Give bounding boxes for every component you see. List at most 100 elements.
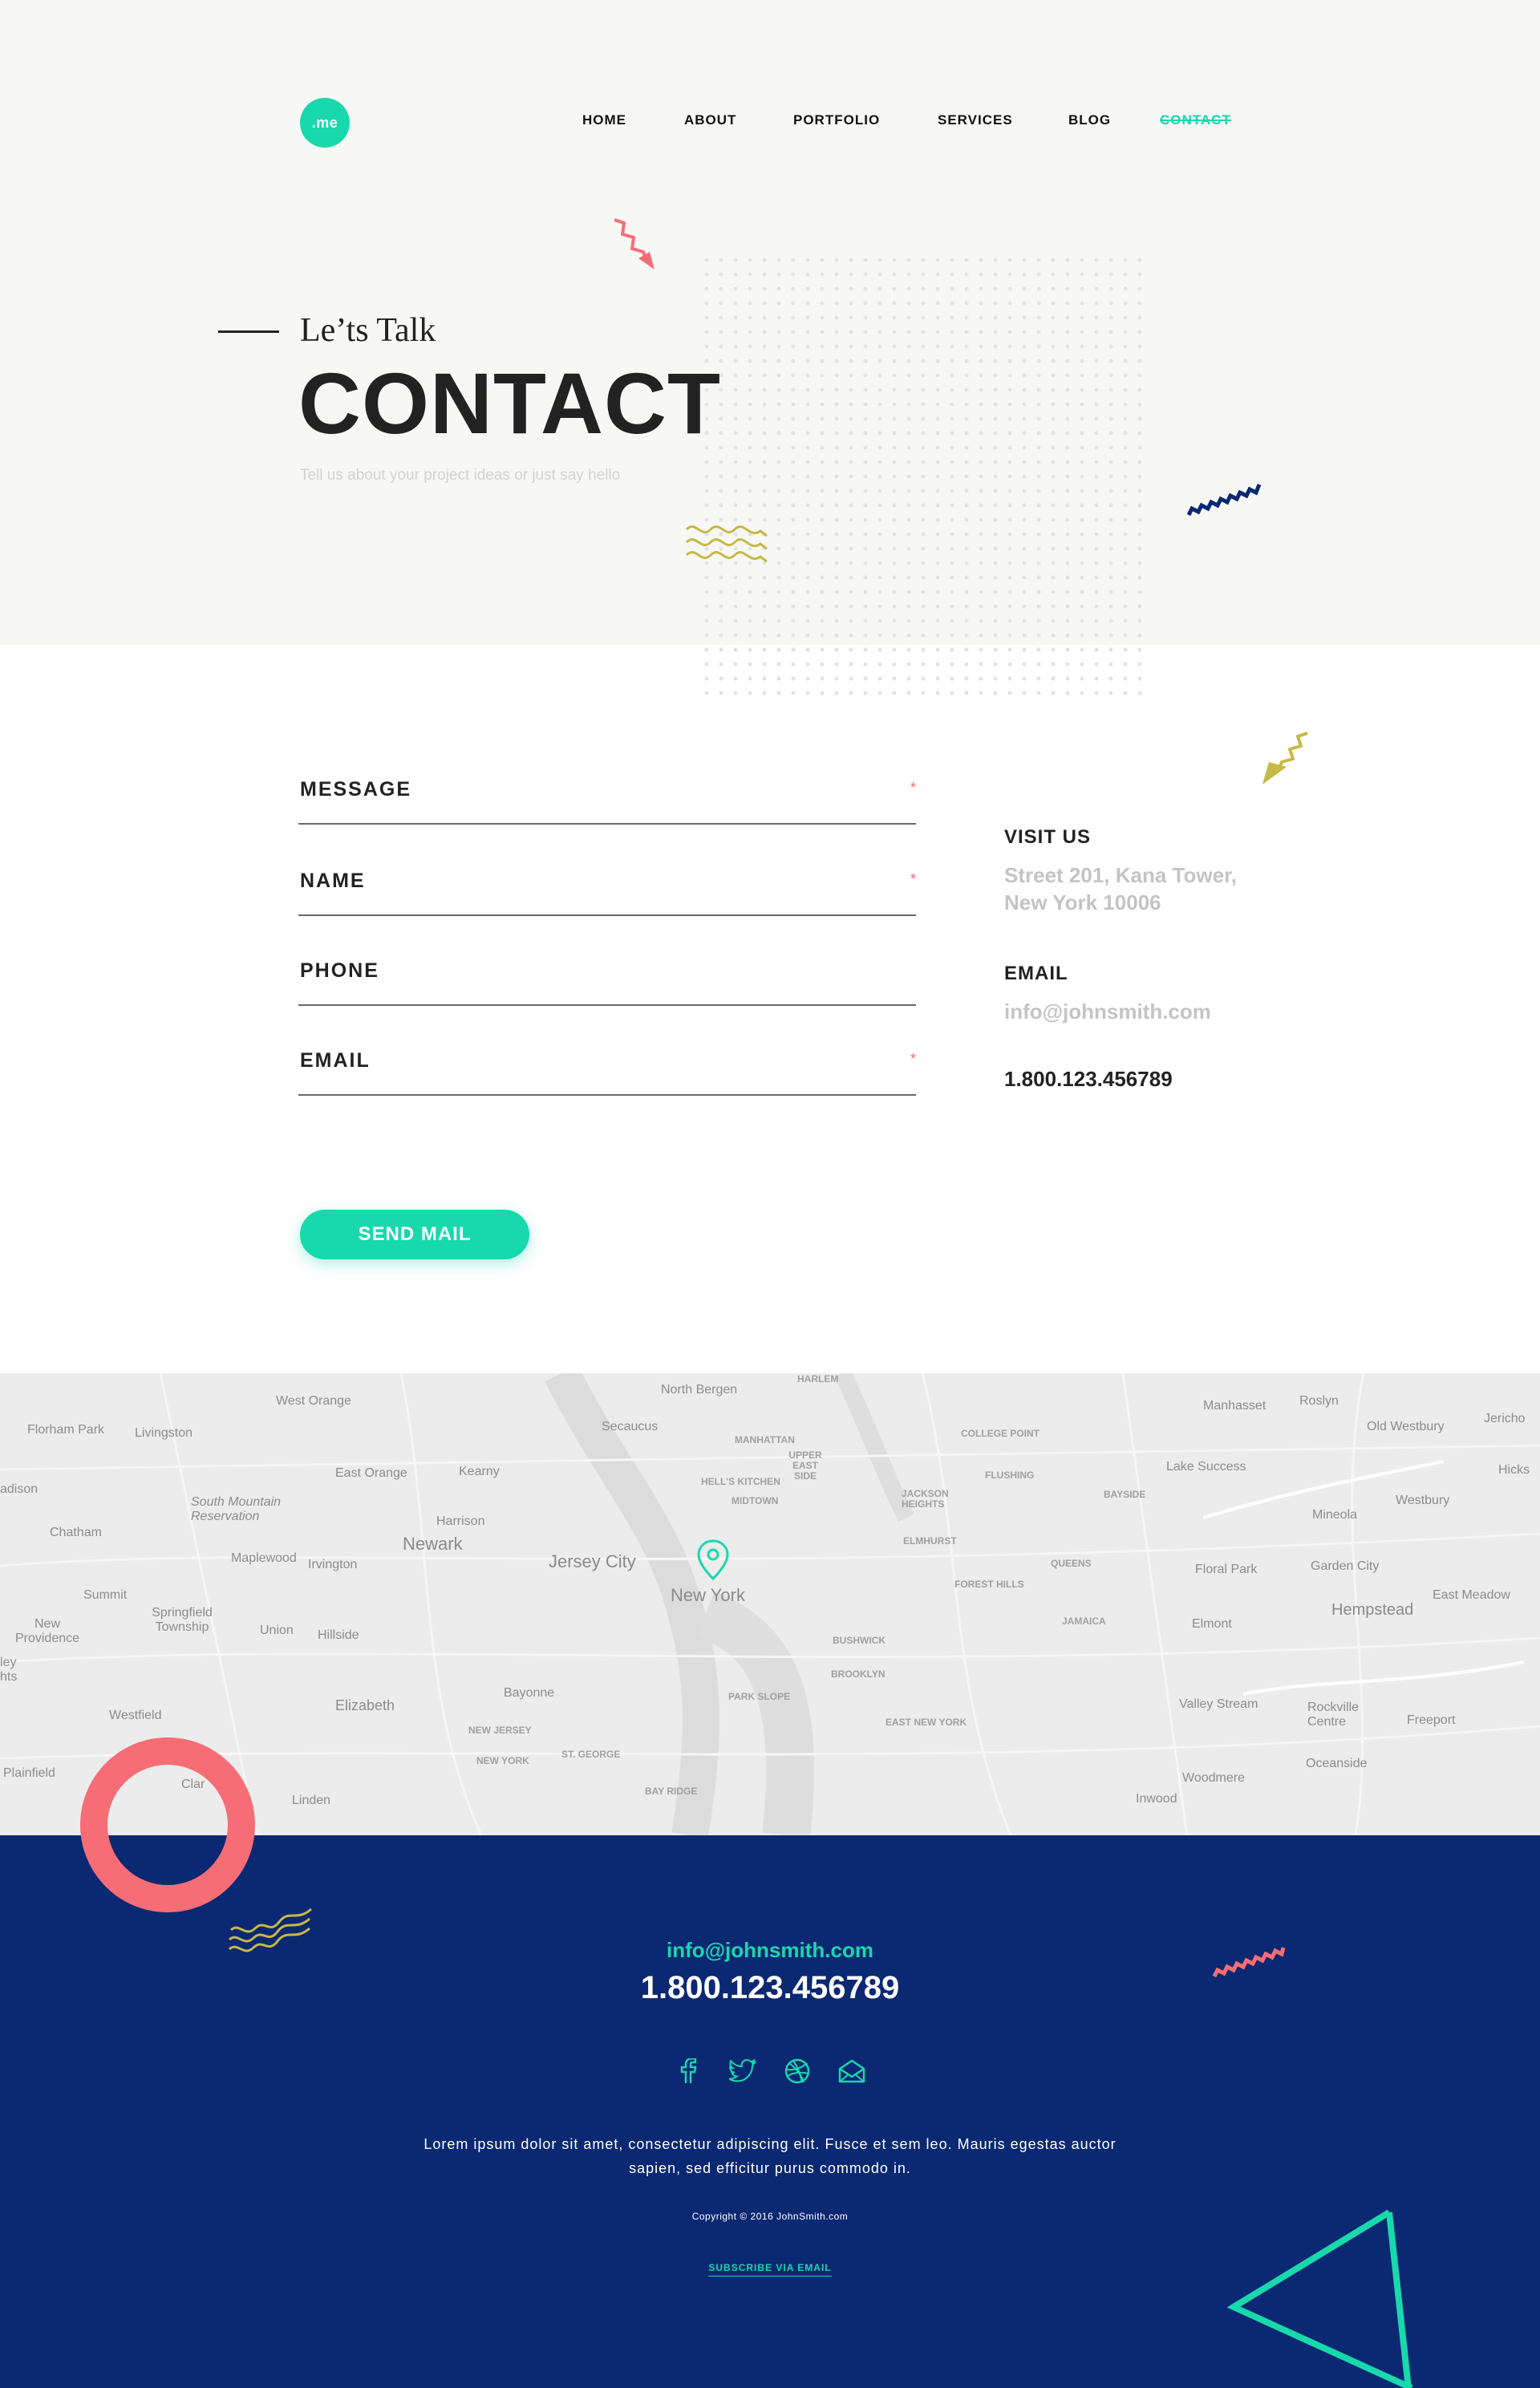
map-label: BAY RIDGE [645,1786,698,1797]
send-mail-button[interactable]: SEND MAIL [300,1210,529,1259]
hero-dash [218,330,279,333]
map-label: East Meadow [1433,1588,1510,1602]
map-pin-icon[interactable] [695,1539,732,1582]
site-footer: info@johnsmith.com 1.800.123.456789 Lore… [0,1835,1540,2388]
map-label: MIDTOWN [732,1495,779,1506]
map-label: Jericho [1484,1412,1526,1425]
map-label: Livingston [135,1426,193,1440]
map-label: Hempstead [1331,1601,1414,1619]
twitter-icon[interactable] [727,2055,759,2087]
map-label: HARLEM [797,1373,839,1385]
triangle-outline-decoration [1226,2209,1413,2388]
map-label: QUEENS [1051,1558,1092,1569]
map-label: West Orange [276,1394,351,1408]
map-label: BAYSIDE [1104,1489,1146,1500]
map-label: JAMAICA [1062,1616,1106,1627]
nav-contact[interactable]: CONTACT [1160,112,1231,128]
message-field[interactable]: MESSAGE * [298,775,916,825]
dot-grid-decoration [699,253,1145,698]
address-line-1: Street 201, Kana Tower, [1004,863,1237,887]
map-label: Rockville Centre [1307,1701,1360,1729]
visit-us-heading: VISIT US [1004,826,1092,848]
map-label: Floral Park [1195,1563,1258,1576]
map-label: Plainfield [3,1766,55,1780]
map-label: Elmont [1192,1617,1232,1631]
squiggle-arrow-coral-icon [614,218,654,270]
map-label: JACKSON HEIGHTS [902,1488,949,1510]
main-nav: HOME ABOUT PORTFOLIO SERVICES BLOG CONTA… [0,112,1540,132]
map-label: Valley Stream [1179,1697,1258,1711]
map-label: Garden City [1311,1559,1380,1573]
map-label: Mineola [1312,1508,1358,1522]
mail-icon[interactable] [836,2055,868,2087]
map-label: FLUSHING [985,1470,1035,1481]
phone-field[interactable]: PHONE [298,956,916,1006]
message-input[interactable] [298,775,916,823]
hero-kicker: Le’ts Talk [300,312,436,349]
name-field[interactable]: NAME * [298,866,916,916]
map-label: Hillside [318,1628,359,1642]
name-input[interactable] [298,866,916,914]
map-label: NEW YORK [476,1755,529,1766]
map-label: BROOKLYN [831,1668,886,1680]
map-label: Harrison [436,1514,485,1528]
email-field[interactable]: EMAIL * [298,1046,916,1096]
map-label: Oceanside [1306,1757,1368,1770]
map-label: Old Westbury [1367,1420,1445,1433]
map-label: East Orange [335,1466,407,1480]
social-links [672,2055,868,2087]
hero-subtitle: Tell us about your project ideas or just… [300,467,621,484]
wavy-lines-olive-icon [228,1908,312,1952]
map-label: Linden [292,1794,331,1807]
map-label: adison [0,1482,38,1496]
map-label: UPPER EAST SIDE [788,1449,822,1482]
subscribe-link[interactable]: SUBSCRIBE VIA EMAIL [708,2262,832,2277]
map-label: Summit [83,1588,128,1602]
map-label: Freeport [1407,1713,1456,1727]
map-label: NEW JERSEY [468,1725,532,1736]
map-label: Elizabeth [335,1697,395,1713]
map-label: Manhasset [1203,1399,1266,1413]
map-label: Florham Park [27,1423,105,1437]
footer-phone[interactable]: 1.800.123.456789 [0,1970,1540,2006]
map-label: BUSHWICK [833,1635,886,1646]
map-label: Union [260,1624,294,1637]
map-label: PARK SLOPE [728,1691,791,1702]
footer-about-text: Lorem ipsum dolor sit amet, consectetur … [424,2136,1116,2176]
map-label: Jersey City [549,1551,636,1571]
map-label: MANHATTAN [735,1434,795,1445]
nav-blog[interactable]: BLOG [1068,112,1111,128]
map-label: FOREST HILLS [954,1579,1024,1590]
ring-decoration [80,1737,255,1912]
nav-services[interactable]: SERVICES [938,112,1013,128]
map-label: EAST NEW YORK [886,1717,967,1728]
dribbble-icon[interactable] [781,2055,813,2087]
map-label: ley hts [0,1656,18,1684]
map-label: Woodmere [1182,1771,1245,1785]
nav-portfolio[interactable]: PORTFOLIO [793,112,880,128]
nav-home[interactable]: HOME [582,112,626,128]
map-label: COLLEGE POINT [961,1428,1040,1439]
map-label: New York [671,1585,745,1605]
map-label: ELMHURST [903,1535,957,1547]
map-label: New Providence [14,1617,80,1645]
map-label: Kearny [459,1465,500,1478]
map-label: HELL'S KITCHEN [701,1476,780,1487]
map-label: South Mountain Reservation [191,1495,282,1523]
contact-phone[interactable]: 1.800.123.456789 [1004,1067,1173,1092]
map-label: Lake Success [1166,1460,1246,1474]
wavy-lines-olive-icon [685,525,768,563]
map-label: Roslyn [1299,1394,1339,1408]
map-label: North Bergen [661,1383,738,1397]
contact-email[interactable]: info@johnsmith.com [1004,998,1211,1025]
squiggle-arrow-olive-icon [1262,732,1308,785]
zigzag-navy-icon [1186,484,1262,517]
email-input[interactable] [298,1046,916,1094]
map-label: Maplewood [231,1551,297,1565]
nav-about[interactable]: ABOUT [684,112,736,128]
facebook-icon[interactable] [672,2055,704,2087]
map-label: Irvington [308,1558,358,1571]
map-label: ST. GEORGE [561,1749,621,1760]
map-label: Chatham [50,1526,102,1539]
phone-input[interactable] [298,956,916,1004]
